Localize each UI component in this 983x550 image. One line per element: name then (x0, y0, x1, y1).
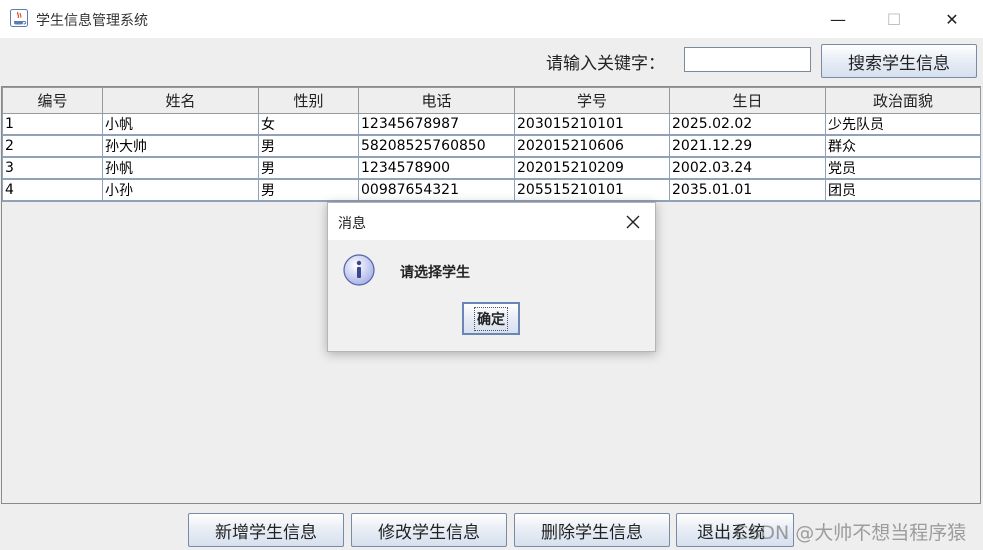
table-row[interactable]: 2 孙大帅 男 58208525760850 202015210606 2021… (2, 134, 981, 158)
table-cell[interactable]: 2 (2, 134, 103, 158)
table-cell[interactable]: 党员 (825, 156, 981, 180)
table-cell[interactable]: 女 (258, 113, 359, 136)
table-cell[interactable]: 1234578900 (358, 156, 515, 180)
table-cell[interactable]: 203015210101 (514, 113, 670, 136)
table-cell[interactable]: 12345678987 (358, 113, 515, 136)
add-student-button[interactable]: 新增学生信息 (188, 513, 344, 547)
table-row[interactable]: 1 小帆 女 12345678987 203015210101 2025.02.… (2, 113, 981, 136)
column-header-id[interactable]: 编号 (2, 87, 103, 114)
search-label: 请输入关键字： (546, 54, 665, 74)
table-cell[interactable]: 少先队员 (825, 113, 981, 136)
table-header-row: 编号 姓名 性别 电话 学号 生日 政治面貌 (2, 87, 981, 114)
table-cell[interactable]: 58208525760850 (358, 134, 515, 158)
close-icon[interactable] (622, 211, 644, 233)
table-row[interactable]: 3 孙帆 男 1234578900 202015210209 2002.03.2… (2, 156, 981, 180)
column-header-name[interactable]: 姓名 (102, 87, 259, 114)
column-header-phone[interactable]: 电话 (358, 87, 515, 114)
table-cell[interactable]: 2035.01.01 (669, 178, 826, 202)
table-cell[interactable]: 男 (258, 156, 359, 180)
column-header-political-status[interactable]: 政治面貌 (825, 87, 981, 114)
maximize-icon: ☐ (886, 9, 902, 29)
minimize-icon: — (830, 9, 846, 29)
dialog-message: 请选择学生 (400, 265, 470, 281)
ok-button-label: 确定 (474, 306, 508, 331)
column-header-student-no[interactable]: 学号 (514, 87, 670, 114)
table-cell[interactable]: 00987654321 (358, 178, 515, 202)
close-icon: ✕ (945, 9, 959, 29)
table-cell[interactable]: 小帆 (102, 113, 259, 136)
maximize-button[interactable]: ☐ (871, 0, 917, 38)
table-cell[interactable]: 4 (2, 178, 103, 202)
title-bar: 学生信息管理系统 — ☐ ✕ (0, 0, 983, 38)
table-cell[interactable]: 小孙 (102, 178, 259, 202)
student-table: 编号 姓名 性别 电话 学号 生日 政治面貌 1 小帆 女 1234567898… (2, 87, 981, 202)
delete-student-button[interactable]: 删除学生信息 (514, 513, 670, 547)
table-cell[interactable]: 孙大帅 (102, 134, 259, 158)
dialog-title: 消息 (338, 216, 366, 232)
table-cell[interactable]: 孙帆 (102, 156, 259, 180)
search-button[interactable]: 搜索学生信息 (821, 44, 977, 78)
table-cell[interactable]: 3 (2, 156, 103, 180)
table-cell[interactable]: 2002.03.24 (669, 156, 826, 180)
window-title: 学生信息管理系统 (36, 13, 148, 29)
table-cell[interactable]: 群众 (825, 134, 981, 158)
java-app-icon (10, 9, 28, 27)
table-cell[interactable]: 男 (258, 178, 359, 202)
table-cell[interactable]: 1 (2, 113, 103, 136)
close-window-button[interactable]: ✕ (929, 0, 975, 38)
dialog-title-bar: 消息 (328, 203, 655, 240)
csdn-watermark: CSDN @大帅不想当程序猿 (735, 522, 967, 544)
ok-button[interactable]: 确定 (462, 302, 520, 335)
table-cell[interactable]: 202015210606 (514, 134, 670, 158)
column-header-gender[interactable]: 性别 (258, 87, 359, 114)
info-icon (343, 254, 375, 286)
table-cell[interactable]: 团员 (825, 178, 981, 202)
table-cell[interactable]: 202015210209 (514, 156, 670, 180)
minimize-button[interactable]: — (815, 0, 861, 38)
table-cell[interactable]: 2025.02.02 (669, 113, 826, 136)
search-input[interactable] (684, 47, 811, 72)
column-header-birthday[interactable]: 生日 (669, 87, 826, 114)
table-cell[interactable]: 205515210101 (514, 178, 670, 202)
table-cell[interactable]: 2021.12.29 (669, 134, 826, 158)
table-row[interactable]: 4 小孙 男 00987654321 205515210101 2035.01.… (2, 178, 981, 202)
edit-student-button[interactable]: 修改学生信息 (351, 513, 507, 547)
table-cell[interactable]: 男 (258, 134, 359, 158)
message-dialog: 消息 请选择学生 确定 (327, 202, 656, 352)
